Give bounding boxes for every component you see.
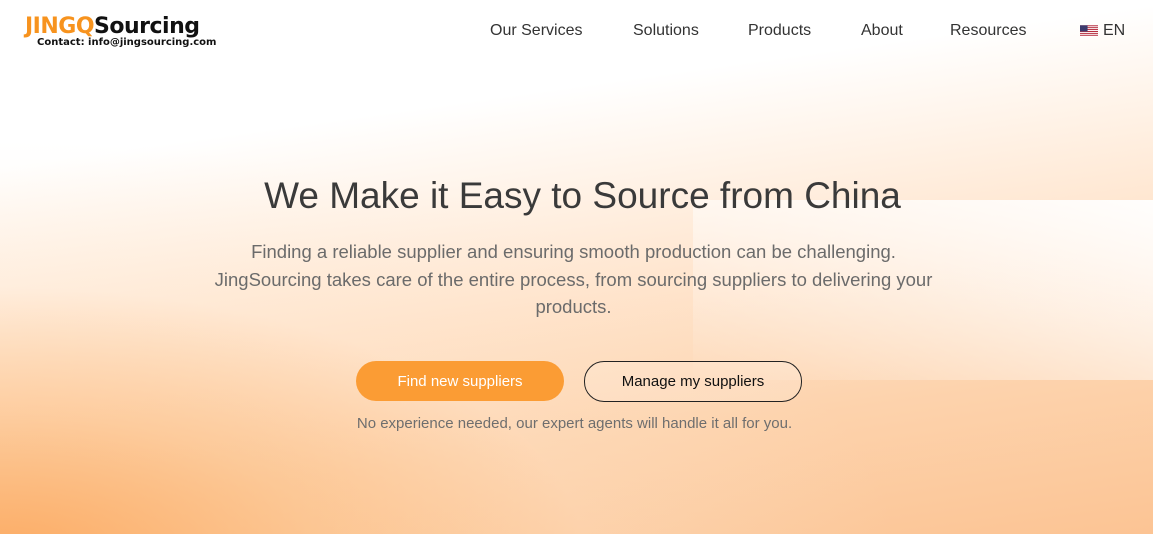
- nav-item-products[interactable]: Products: [748, 19, 811, 43]
- main-nav: Our Services Solutions Products About Re…: [0, 19, 1153, 43]
- hero-title: We Make it Easy to Source from China: [264, 175, 901, 216]
- find-new-suppliers-button[interactable]: Find new suppliers: [356, 361, 564, 401]
- nav-item-resources[interactable]: Resources: [950, 19, 1026, 43]
- language-selector[interactable]: EN: [1080, 19, 1125, 43]
- site-header: JINGQSourcing Contact: info@jingsourcing…: [0, 0, 1153, 62]
- us-flag-icon: [1080, 25, 1098, 37]
- hero-section: We Make it Easy to Source from China Fin…: [0, 0, 1153, 534]
- nav-item-about[interactable]: About: [861, 19, 903, 43]
- language-label: EN: [1103, 22, 1126, 39]
- nav-item-solutions[interactable]: Solutions: [633, 19, 699, 43]
- nav-item-our-services[interactable]: Our Services: [490, 19, 582, 43]
- hero-subtitle: Finding a reliable supplier and ensuring…: [214, 241, 933, 317]
- hero-note: No experience needed, our expert agents …: [356, 415, 793, 432]
- manage-my-suppliers-button[interactable]: Manage my suppliers: [584, 361, 802, 402]
